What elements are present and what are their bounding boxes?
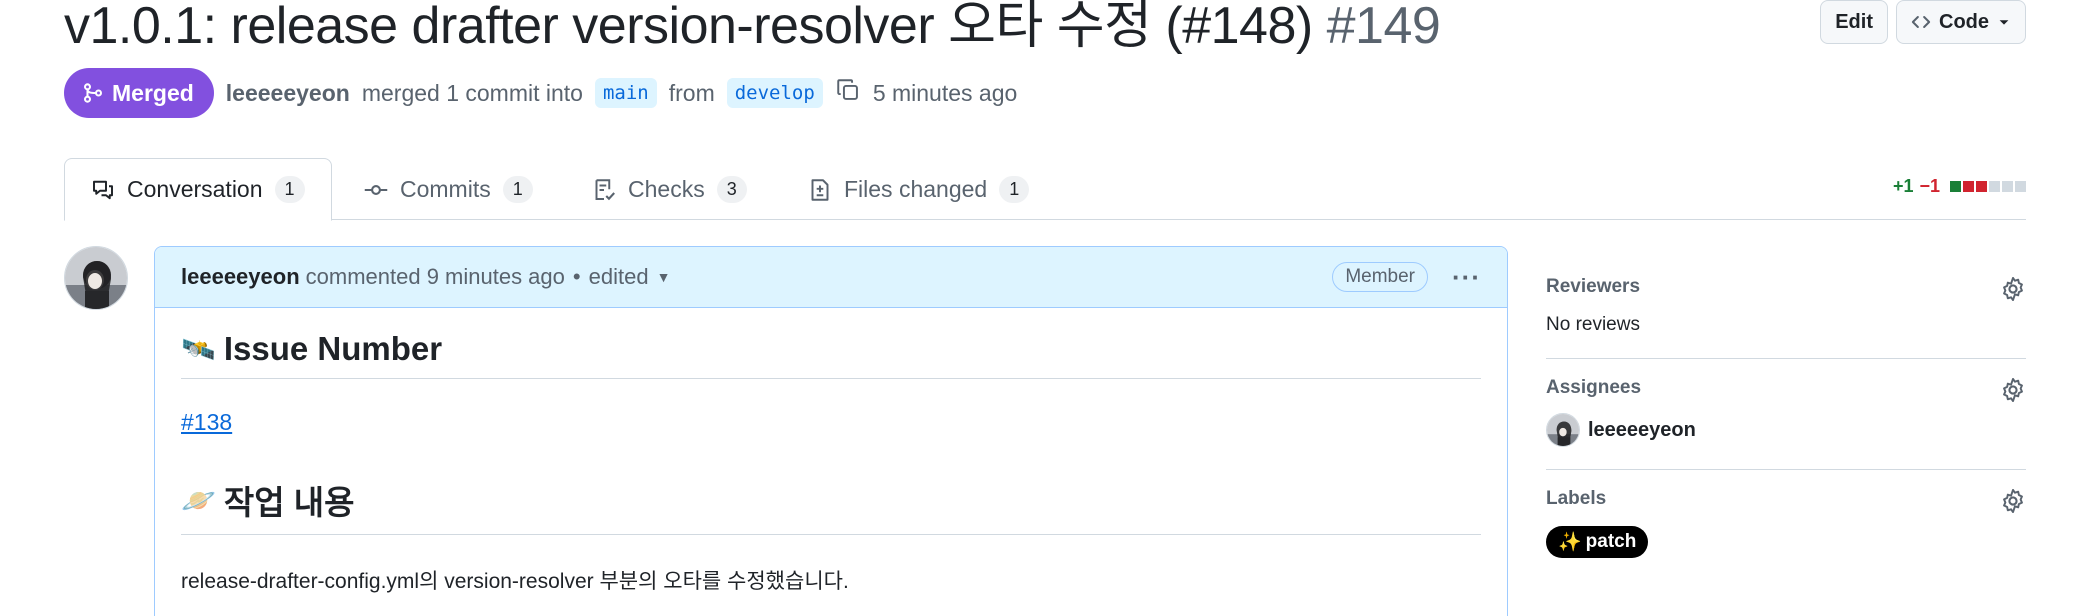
comment-header: leeeeeyeon commented 9 minutes ago • edi… bbox=[155, 247, 1507, 308]
pr-title-text: v1.0.1: release drafter version-resolver… bbox=[64, 0, 1313, 55]
member-badge: Member bbox=[1332, 262, 1429, 292]
heading-issue-number: 🛰️ Issue Number bbox=[181, 308, 1481, 379]
comment-discussion-icon bbox=[93, 180, 113, 199]
tab-commits-label: Commits bbox=[400, 176, 491, 202]
label-patch[interactable]: ✨ patch bbox=[1546, 526, 1649, 558]
pr-number: #149 bbox=[1326, 0, 1441, 55]
diffstat-box bbox=[1989, 181, 2000, 192]
merged-time: 5 minutes ago bbox=[872, 79, 1018, 106]
pr-sidebar: Reviewers No reviews Assignees leeeeeyeo… bbox=[1546, 258, 2026, 580]
merged-state-badge: Merged bbox=[64, 68, 214, 118]
tab-checks-count: 3 bbox=[716, 176, 747, 203]
gear-icon[interactable] bbox=[2000, 276, 2026, 302]
diffstat-box bbox=[1963, 181, 1974, 192]
diffstat-box bbox=[2015, 181, 2026, 192]
gear-icon[interactable] bbox=[2000, 488, 2026, 514]
tab-conversation[interactable]: Conversation 1 bbox=[64, 158, 332, 221]
assignee-name: leeeeeyeon bbox=[1588, 418, 1696, 441]
tab-commits[interactable]: Commits 1 bbox=[364, 158, 533, 221]
git-commit-icon bbox=[364, 184, 388, 195]
assignees-title: Assignees bbox=[1546, 377, 1642, 398]
checklist-icon bbox=[595, 178, 615, 200]
edit-button[interactable]: Edit bbox=[1820, 0, 1888, 44]
sparkles-icon: ✨ bbox=[1558, 532, 1582, 553]
edit-button-label: Edit bbox=[1835, 10, 1873, 33]
label-patch-text: patch bbox=[1585, 531, 1637, 552]
avatar bbox=[1546, 413, 1580, 447]
heading-issue-number-text: Issue Number bbox=[223, 330, 443, 367]
diffstat-deletions: −1 bbox=[1919, 176, 1940, 196]
merged-text: merged 1 commit into bbox=[361, 79, 583, 106]
assignee-item[interactable]: leeeeeyeon bbox=[1546, 413, 2026, 447]
satellite-icon: 🛰️ bbox=[181, 333, 216, 365]
code-icon bbox=[1911, 16, 1931, 28]
diffstat-boxes bbox=[1950, 181, 2026, 192]
git-merge-icon bbox=[83, 83, 103, 103]
kebab-horizontal-icon[interactable]: ··· bbox=[1452, 262, 1481, 293]
from-text: from bbox=[668, 79, 715, 106]
diffstat-box bbox=[2002, 181, 2013, 192]
triangle-down-icon bbox=[1999, 20, 2009, 25]
file-diff-icon bbox=[811, 178, 829, 201]
sidebar-reviewers: Reviewers No reviews bbox=[1546, 258, 2026, 359]
heading-work-content-text: 작업 내용 bbox=[223, 484, 355, 521]
comment-action[interactable]: commented 9 minutes ago bbox=[306, 264, 565, 290]
tab-files-changed[interactable]: Files changed 1 bbox=[808, 158, 1030, 221]
title-actions: Edit Code bbox=[1820, 0, 2026, 44]
pr-author-link[interactable]: leeeeeyeon bbox=[226, 80, 350, 107]
tab-checks-label: Checks bbox=[628, 176, 705, 202]
sidebar-labels: Labels ✨ patch bbox=[1546, 470, 2026, 580]
issue-link[interactable]: #138 bbox=[181, 409, 232, 436]
base-branch[interactable]: main bbox=[594, 78, 657, 108]
diffstat-box bbox=[1950, 181, 1961, 192]
pr-tabs: Conversation 1 Commits 1 Checks 3 Files … bbox=[64, 158, 2026, 221]
tab-files-changed-count: 1 bbox=[999, 176, 1030, 203]
code-button-label: Code bbox=[1939, 10, 1989, 33]
copy-icon[interactable] bbox=[835, 77, 861, 109]
head-branch[interactable]: develop bbox=[726, 78, 823, 108]
diffstat: +1 −1 bbox=[1893, 176, 2026, 197]
comment-author[interactable]: leeeeeyeon bbox=[181, 264, 300, 290]
merged-state-label: Merged bbox=[112, 79, 194, 106]
tab-files-changed-label: Files changed bbox=[844, 176, 988, 202]
tab-checks[interactable]: Checks 3 bbox=[592, 158, 747, 221]
comment-author-avatar[interactable] bbox=[64, 246, 128, 310]
chevron-down-icon[interactable]: ▼ bbox=[657, 269, 671, 285]
tab-conversation-count: 1 bbox=[274, 176, 305, 203]
reviewers-value: No reviews bbox=[1546, 314, 1640, 335]
comment-edited-toggle[interactable]: edited bbox=[589, 264, 649, 290]
comment-body: 🛰️ Issue Number #138 🪐 작업 내용 release-dra… bbox=[155, 308, 1507, 595]
tab-commits-count: 1 bbox=[502, 176, 533, 203]
gear-icon[interactable] bbox=[2000, 377, 2026, 403]
pr-title: v1.0.1: release drafter version-resolver… bbox=[64, 0, 1441, 58]
code-button[interactable]: Code bbox=[1896, 0, 2026, 44]
tab-conversation-label: Conversation bbox=[127, 176, 263, 202]
sidebar-assignees: Assignees leeeeeyeon bbox=[1546, 359, 2026, 470]
ringed-planet-icon: 🪐 bbox=[181, 484, 216, 516]
comment-paragraph: release-drafter-config.yml의 version-reso… bbox=[181, 570, 849, 593]
comment-separator: • bbox=[572, 264, 581, 289]
diffstat-additions: +1 bbox=[1892, 176, 1914, 196]
reviewers-title: Reviewers bbox=[1546, 276, 1641, 297]
pr-meta: Merged leeeeeyeon merged 1 commit into m… bbox=[64, 68, 1017, 118]
diffstat-box bbox=[1976, 181, 1987, 192]
heading-work-content: 🪐 작업 내용 bbox=[181, 454, 1481, 535]
labels-title: Labels bbox=[1546, 488, 1607, 509]
comment-box: leeeeeyeon commented 9 minutes ago • edi… bbox=[154, 246, 1508, 616]
